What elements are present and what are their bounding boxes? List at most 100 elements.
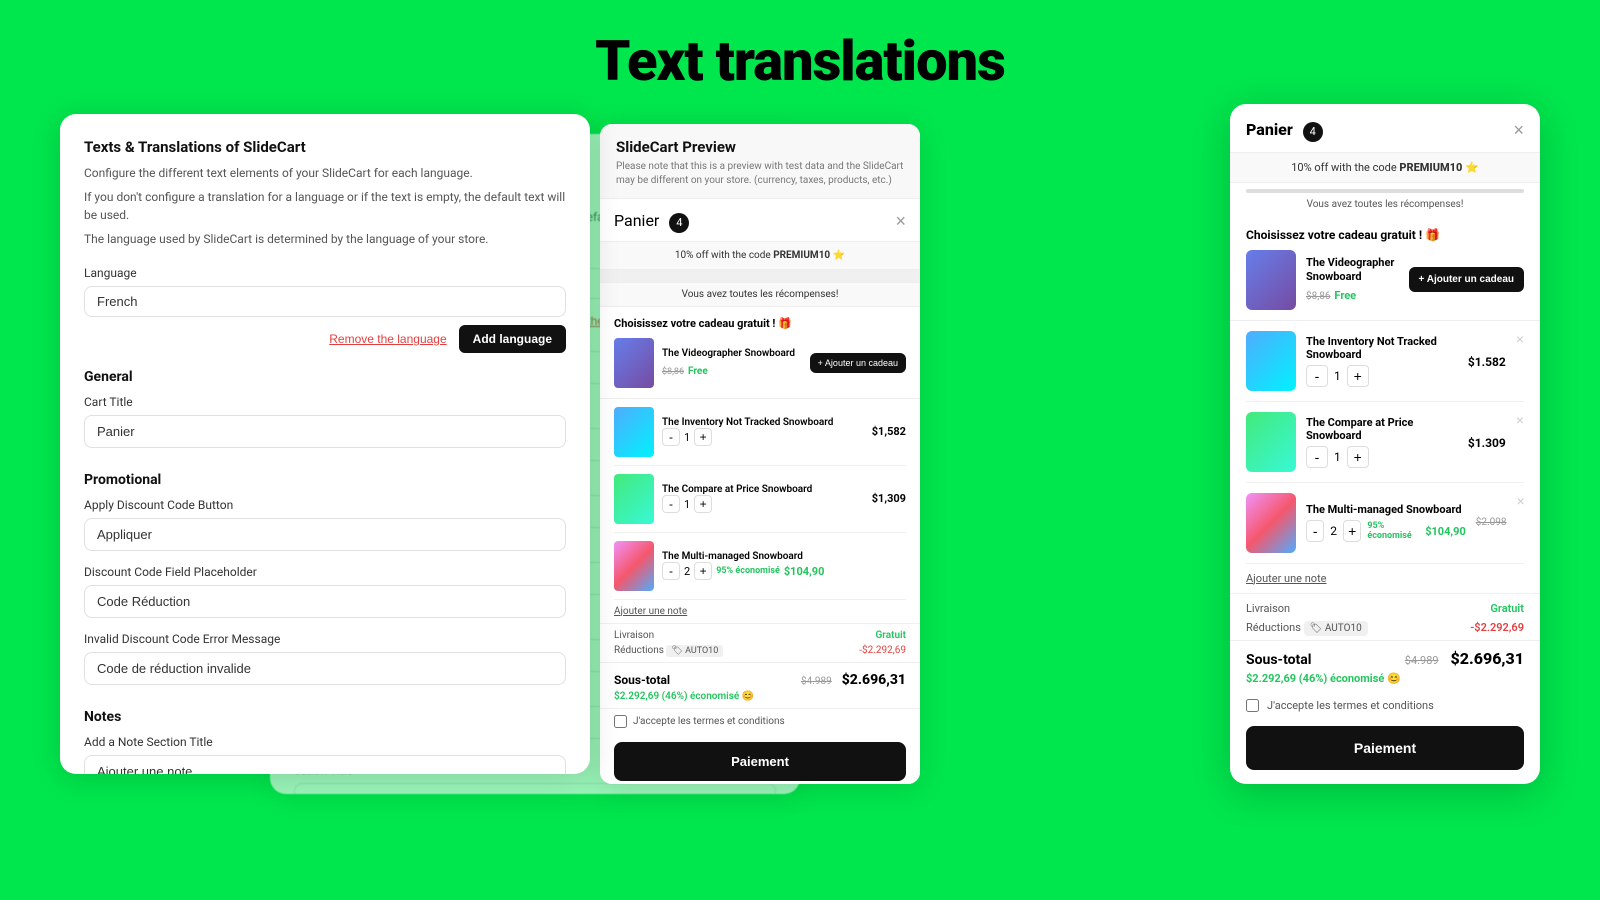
cart-title-label: Cart Title [84, 395, 566, 409]
rp-remove-button-2[interactable]: × [1516, 412, 1524, 428]
rp-qty-increase-3[interactable]: + [1343, 520, 1361, 542]
preview-qty-decrease-1[interactable]: - [662, 428, 680, 446]
rp-product-right-1: $1.582 [1468, 351, 1506, 370]
preview-product-price-3: $104,90 [784, 565, 825, 578]
rp-product-qty-3: - 2 + 95% économisé $104,90 [1306, 520, 1466, 542]
preview-product-info-1: The Inventory Not Tracked Snowboard - 1 … [662, 417, 858, 446]
preview-gift-item: The Videographer Snowboard $8,86 Free + … [614, 338, 906, 388]
apply-btn-input[interactable] [84, 518, 566, 551]
add-language-button[interactable]: Add language [459, 325, 566, 353]
rp-shipping-text: Shipping in 2-3 days [1344, 782, 1442, 785]
rp-product-right-2: $1.309 [1468, 432, 1506, 451]
rp-reduction-row: Réductions 🏷 AUTO10 -$2.292,69 [1230, 619, 1540, 640]
preview-gift-section: Choisissez votre cadeau gratuit ! 🎁 The … [600, 307, 920, 399]
rp-product-image-1 [1246, 331, 1296, 391]
right-close-button[interactable]: × [1513, 120, 1524, 141]
preview-gift-title: Choisissez votre cadeau gratuit ! 🎁 [614, 317, 906, 330]
error-label: Invalid Discount Code Error Message [84, 632, 566, 646]
preview-cart-title: Panier 4 [614, 211, 689, 233]
preview-product-info-3: The Multi-managed Snowboard - 2 + 95% éc… [662, 551, 906, 580]
preview-qty-increase-2[interactable]: + [694, 495, 712, 513]
right-panel-title-row: Panier 4 [1246, 120, 1323, 142]
preview-product-qty-3: - 2 + 95% économisé $104,90 [662, 562, 906, 580]
preview-cart: Panier 4 × 10% off with the code PREMIUM… [600, 199, 920, 784]
preview-add-note[interactable]: Ajouter une note [600, 600, 920, 624]
middle-input7 [294, 783, 776, 794]
rp-subtotal-prices: $4.989 $2.696,31 [1405, 649, 1524, 668]
preview-qty-increase-3[interactable]: + [694, 562, 712, 580]
preview-rewards-bar [600, 270, 920, 283]
rp-rewards-progress [1246, 189, 1524, 193]
rp-gift-item: The Videographer Snowboard $8,86 Free + … [1246, 250, 1524, 310]
right-panel-title: Panier [1246, 120, 1293, 139]
rp-product-info-3: The Multi-managed Snowboard - 2 + 95% éc… [1306, 503, 1466, 542]
preview-gift-info: The Videographer Snowboard $8,86 Free [662, 348, 802, 378]
preview-qty-value-3: 2 [684, 565, 690, 578]
language-actions: Remove the language Add language [84, 325, 566, 353]
preview-add-gift-button[interactable]: + Ajouter un cadeau [810, 353, 906, 373]
preview-qty-decrease-3[interactable]: - [662, 562, 680, 580]
preview-terms-text: J'accepte les termes et conditions [633, 716, 785, 727]
preview-qty-increase-1[interactable]: + [694, 428, 712, 446]
preview-product-info-2: The Compare at Price Snowboard - 1 + [662, 484, 858, 513]
cart-title-input[interactable] [84, 415, 566, 448]
preview-terms-checkbox[interactable] [614, 715, 627, 728]
rp-qty-increase-1[interactable]: + [1347, 365, 1369, 387]
right-panel-badge: 4 [1303, 122, 1323, 142]
rp-savings-badge-3: 95% économisé [1367, 521, 1419, 541]
preview-product-item-3: The Multi-managed Snowboard - 2 + 95% éc… [614, 533, 906, 600]
rp-qty-decrease-2[interactable]: - [1306, 446, 1328, 468]
placeholder-input[interactable] [84, 585, 566, 618]
preview-cart-badge: 4 [669, 213, 689, 233]
remove-language-button[interactable]: Remove the language [329, 332, 446, 346]
preview-qty-value-1: 1 [684, 431, 690, 444]
preview-subtotal-savings: $2.292,69 (46%) économisé 😊 [614, 691, 906, 702]
preview-savings-badge-3: 95% économisé [716, 566, 780, 576]
preview-qty-decrease-2[interactable]: - [662, 495, 680, 513]
preview-subtotal-section: Sous-total $4.989 $2.696,31 $2.292,69 (4… [600, 662, 920, 708]
rp-add-gift-button[interactable]: + Ajouter un cadeau [1409, 267, 1524, 292]
rp-qty-decrease-3[interactable]: - [1306, 520, 1324, 542]
rp-qty-decrease-1[interactable]: - [1306, 365, 1328, 387]
preview-close-button[interactable]: × [895, 211, 906, 232]
preview-checkout-button[interactable]: Paiement [614, 742, 906, 781]
rp-gift-old-price: $8,86 [1306, 291, 1330, 302]
rp-qty-increase-2[interactable]: + [1347, 446, 1369, 468]
rp-gift-image [1246, 250, 1296, 310]
preview-livraison-value: Gratuit [875, 630, 906, 641]
preview-product-item: The Inventory Not Tracked Snowboard - 1 … [614, 399, 906, 466]
preview-cart-header: Panier 4 × [600, 199, 920, 242]
rp-product-image-2 [1246, 412, 1296, 472]
rp-reduction-tag: 🏷 AUTO10 [1304, 621, 1368, 636]
language-label: Language [84, 266, 566, 280]
language-select[interactable]: French English Spanish [84, 286, 566, 317]
rp-subtotal-section: Sous-total $4.989 $2.696,31 $2.292,69 (4… [1230, 640, 1540, 693]
preview-subtotal-value: $2.696,31 [842, 672, 906, 688]
rp-product-item-3: The Multi-managed Snowboard - 2 + 95% éc… [1246, 483, 1524, 564]
rp-qty-value-1: 1 [1334, 369, 1341, 383]
preview-subtotal-row: Sous-total $4.989 $2.696,31 [614, 669, 906, 688]
preview-gift-free: Free [688, 366, 708, 377]
rp-terms-text: J'accepte les termes et conditions [1267, 699, 1434, 712]
preview-promo-bar: 10% off with the code PREMIUM10 ⭐ [600, 242, 920, 270]
rp-subtotal-old: $4.989 [1405, 654, 1439, 667]
rp-terms-checkbox[interactable] [1246, 699, 1259, 712]
rp-rewards-text: Vous avez toutes les récompenses! [1230, 199, 1540, 210]
promotional-section-title: Promotional [84, 472, 566, 488]
rp-product-item-2: The Compare at Price Snowboard - 1 + $1.… [1246, 402, 1524, 483]
rp-remove-button-3[interactable]: × [1517, 493, 1525, 509]
rp-product-name-2: The Compare at Price Snowboard [1306, 416, 1458, 442]
notes-section-title: Notes [84, 709, 566, 725]
rp-add-note[interactable]: Ajouter une note [1230, 564, 1540, 594]
rp-remove-button-1[interactable]: × [1516, 331, 1524, 347]
rp-checkout-button[interactable]: Paiement [1246, 726, 1524, 770]
rp-subtotal-savings: $2.292,69 (46%) économisé 😊 [1246, 672, 1524, 685]
add-note-input[interactable] [84, 755, 566, 774]
rp-product-qty-2: - 1 + [1306, 446, 1458, 468]
rp-qty-value-2: 1 [1334, 450, 1341, 464]
error-input[interactable] [84, 652, 566, 685]
rp-product-info-2: The Compare at Price Snowboard - 1 + [1306, 416, 1458, 468]
rp-product-name-1: The Inventory Not Tracked Snowboard [1306, 335, 1458, 361]
rp-subtotal-value: $2.696,31 [1451, 649, 1524, 668]
rp-livraison-value: Gratuit [1490, 602, 1524, 615]
